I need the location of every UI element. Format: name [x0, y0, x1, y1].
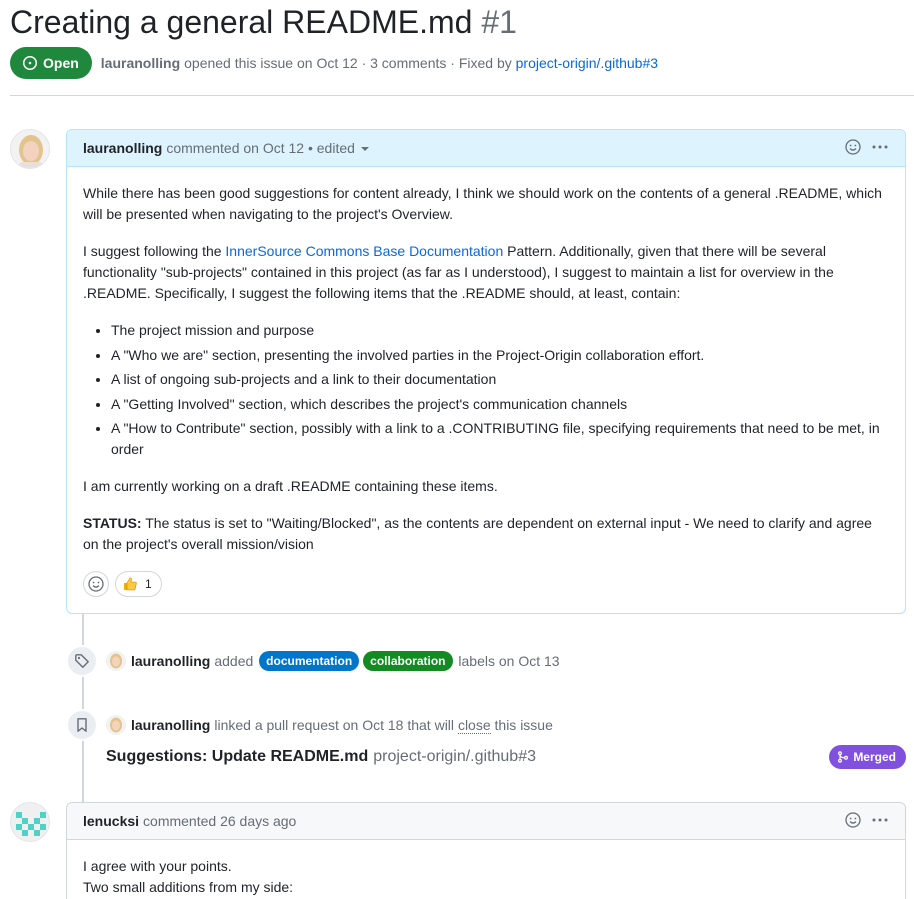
comment-paragraph: I am currently working on a draft .READM…	[83, 478, 498, 494]
avatar-lauranolling-small	[106, 651, 126, 671]
comment-meta[interactable]: commented 26 days ago	[143, 813, 296, 829]
comment-header: lauranolling commented on Oct 12 • edite…	[67, 130, 905, 167]
event-text-post: this issue	[494, 717, 553, 733]
linked-pr-row: Suggestions: Update README.md project-or…	[106, 745, 906, 769]
smiley-icon[interactable]	[845, 812, 861, 828]
comment-author-link[interactable]: lenucksi	[83, 813, 139, 829]
merged-badge: Merged	[829, 745, 906, 769]
fixed-by-link[interactable]: project-origin/.github#3	[516, 55, 658, 71]
comment-author-link[interactable]: lauranolling	[83, 140, 162, 156]
smiley-icon	[88, 576, 104, 592]
bookmark-icon	[77, 718, 87, 732]
issue-open-icon	[23, 56, 37, 70]
avatar-lauranolling-small	[106, 715, 126, 735]
comment-paragraph: I suggest following the InnerSource Comm…	[83, 241, 889, 304]
list-item: A "Getting Involved" section, which desc…	[111, 394, 889, 415]
avatar-lauranolling	[11, 130, 49, 168]
list-item: The project mission and purpose	[111, 320, 889, 341]
comment-line: Two small additions from my side:	[83, 879, 294, 895]
comment-header: lenucksi commented 26 days ago	[67, 803, 905, 840]
avatar[interactable]	[106, 651, 126, 671]
state-label: Open	[43, 55, 79, 71]
pr-title-link[interactable]: Suggestions: Update README.md	[106, 748, 368, 766]
comment-paragraph: While there has been good suggestions fo…	[83, 185, 882, 222]
comment-lauranolling: lauranolling commented on Oct 12 • edite…	[66, 129, 906, 614]
kebab-icon[interactable]	[871, 812, 889, 828]
readme-items-list: The project mission and purpose A "Who w…	[83, 320, 889, 460]
comment-actions	[845, 139, 889, 155]
status-paragraph: STATUS: The status is set to "Waiting/Bl…	[83, 513, 889, 555]
avatar[interactable]	[106, 715, 126, 735]
comment-body: I agree with your points. Two small addi…	[67, 840, 905, 898]
pr-state-label: Merged	[853, 750, 896, 764]
avatar-lenucksi	[11, 803, 49, 841]
comment-actions	[845, 812, 889, 828]
pr-ref-link[interactable]: project-origin/.github#3	[373, 748, 536, 766]
smiley-icon[interactable]	[845, 139, 861, 155]
label-event: lauranolling added documentation collabo…	[66, 645, 560, 677]
issue-author-link[interactable]: lauranolling	[101, 55, 180, 71]
innersource-link[interactable]: InnerSource Commons Base Documentation	[225, 243, 503, 259]
state-badge: Open	[10, 47, 92, 79]
issue-meta: Open lauranolling opened this issue on O…	[10, 47, 914, 79]
text-span: I suggest following the	[83, 243, 226, 259]
reactions-bar: 1	[67, 571, 905, 613]
label-collaboration[interactable]: collaboration	[363, 651, 453, 671]
event-suffix[interactable]: labels on Oct 13	[458, 653, 559, 669]
status-label: STATUS:	[83, 515, 142, 531]
event-text: linked a pull request on Oct 18 that wil…	[214, 717, 455, 733]
kebab-icon[interactable]	[871, 139, 889, 155]
thumbs-up-reaction[interactable]: 1	[115, 571, 162, 597]
close-keyword: close	[457, 716, 491, 734]
issue-header: Creating a general README.md #1 Open lau…	[10, 0, 914, 79]
comment-body: While there has been good suggestions fo…	[67, 167, 905, 555]
event-verb: added	[214, 653, 254, 669]
thumbs-up-icon	[124, 577, 137, 591]
list-item: A "How to Contribute" section, possibly …	[111, 418, 889, 460]
bookmark-badge	[66, 709, 98, 741]
chevron-down-icon[interactable]	[360, 147, 369, 151]
page-title: Creating a general README.md #1	[10, 0, 914, 44]
label-documentation[interactable]: documentation	[259, 651, 360, 671]
tag-badge	[66, 645, 98, 677]
issue-meta-text: opened this issue on Oct 12 · 3 comments…	[184, 55, 512, 71]
avatar[interactable]	[10, 129, 50, 169]
timeline-line	[82, 614, 84, 802]
list-item: A "Who we are" section, presenting the i…	[111, 345, 889, 366]
header-divider	[10, 95, 914, 96]
event-author-link[interactable]: lauranolling	[131, 717, 210, 733]
link-pr-event: lauranolling linked a pull request on Oc…	[66, 709, 553, 741]
avatar[interactable]	[10, 802, 50, 842]
issue-number: #1	[481, 4, 517, 40]
event-author-link[interactable]: lauranolling	[131, 653, 210, 669]
tag-icon	[75, 654, 89, 668]
reaction-count: 1	[145, 577, 152, 591]
add-reaction-button[interactable]	[83, 571, 109, 597]
comment-meta[interactable]: commented on Oct 12 • edited	[166, 140, 355, 156]
comment-lenucksi: lenucksi commented 26 days ago I agree w…	[66, 802, 906, 899]
issue-title: Creating a general README.md	[10, 4, 473, 40]
list-item: A list of ongoing sub-projects and a lin…	[111, 369, 889, 390]
comment-line: I agree with your points.	[83, 858, 232, 874]
merge-icon	[838, 751, 849, 763]
status-text: The status is set to "Waiting/Blocked", …	[83, 515, 872, 552]
